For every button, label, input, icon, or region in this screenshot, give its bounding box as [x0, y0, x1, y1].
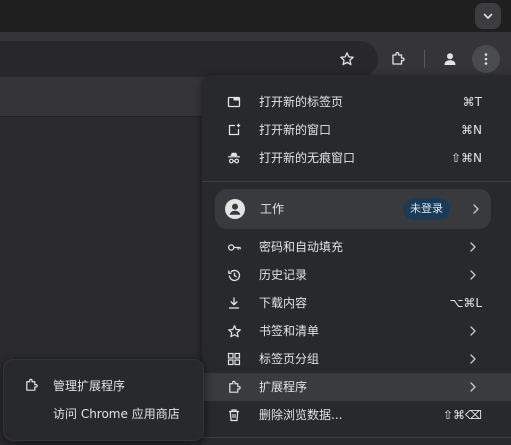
chevron-right-icon — [470, 270, 476, 280]
toolbar-separator — [424, 50, 425, 68]
menu-item-label: 打开新的窗口 — [259, 123, 332, 137]
menu-item-label: 删除浏览数据... — [259, 408, 343, 422]
menu-item-bookmarks[interactable]: 书签和清单 — [202, 317, 511, 345]
chevron-right-icon — [473, 204, 479, 214]
menu-item-shortcut: ⇧⌘N — [450, 151, 482, 165]
menu-item-clear-browsing-data[interactable]: 删除浏览数据... ⇧⌘⌫ — [202, 401, 511, 429]
menu-item-label: 历史记录 — [259, 268, 308, 282]
grid-icon — [226, 351, 242, 367]
history-icon — [226, 267, 242, 283]
puzzle-icon — [226, 379, 242, 395]
chevron-right-icon — [470, 242, 476, 252]
extensions-button[interactable] — [384, 45, 412, 73]
three-dots-icon — [484, 53, 488, 65]
star-icon — [340, 52, 354, 66]
key-icon — [226, 239, 242, 255]
menu-item-tab-groups[interactable]: 标签页分组 — [202, 345, 511, 373]
address-bar[interactable] — [0, 41, 378, 77]
menu-item-label: 打开新的标签页 — [259, 95, 344, 109]
chevron-right-icon — [470, 354, 476, 364]
menu-divider — [202, 437, 511, 438]
menu-item-shortcut: ⌘N — [461, 123, 482, 137]
sign-in-status-badge: 未登录 — [403, 198, 450, 220]
menu-item-extensions[interactable]: 扩展程序 — [202, 373, 511, 401]
menu-divider — [202, 181, 511, 182]
submenu-item-label: 访问 Chrome 应用商店 — [53, 407, 180, 421]
new-window-icon — [226, 122, 242, 138]
new-tab-icon — [226, 94, 242, 110]
tab-search-button[interactable] — [475, 3, 501, 29]
menu-item-history[interactable]: 历史记录 — [202, 261, 511, 289]
extensions-submenu: 管理扩展程序 访问 Chrome 应用商店 — [3, 359, 204, 441]
menu-item-passwords[interactable]: 密码和自动填充 — [202, 233, 511, 261]
submenu-item-manage-extensions[interactable]: 管理扩展程序 — [4, 372, 203, 400]
tab-strip — [0, 0, 511, 32]
menu-item-label: 标签页分组 — [259, 352, 320, 366]
menu-item-label: 打开新的无痕窗口 — [259, 151, 356, 165]
menu-item-shortcut: ⌘T — [462, 95, 482, 109]
puzzle-icon — [392, 51, 405, 65]
submenu-item-chrome-web-store[interactable]: 访问 Chrome 应用商店 — [4, 400, 203, 428]
profile-button[interactable] — [436, 45, 464, 73]
trash-icon — [226, 407, 242, 423]
menu-item-label: 下载内容 — [259, 296, 308, 310]
menu-item-label: 书签和清单 — [259, 324, 320, 338]
incognito-icon — [226, 150, 242, 166]
menu-item-shortcut: ⇧⌘⌫ — [442, 408, 482, 422]
profile-row[interactable]: 工作 未登录 — [215, 189, 491, 229]
puzzle-icon — [24, 378, 40, 394]
star-icon — [226, 323, 242, 339]
person-icon — [444, 53, 456, 65]
menu-item-label: 密码和自动填充 — [259, 240, 344, 254]
person-icon — [225, 199, 245, 219]
chrome-menu: 打开新的标签页 ⌘T 打开新的窗口 ⌘N 打开新的无痕窗口 ⇧⌘N 工作 未登录… — [202, 75, 511, 445]
menu-item-new-tab[interactable]: 打开新的标签页 ⌘T — [202, 88, 511, 116]
chevron-down-icon — [483, 13, 493, 19]
bookmark-star-button[interactable] — [333, 45, 361, 73]
download-icon — [226, 295, 242, 311]
menu-item-label: 扩展程序 — [259, 380, 308, 394]
chevron-right-icon — [470, 326, 476, 336]
menu-item-incognito[interactable]: 打开新的无痕窗口 ⇧⌘N — [202, 144, 511, 172]
submenu-item-label: 管理扩展程序 — [53, 379, 126, 393]
chevron-right-icon — [470, 382, 476, 392]
menu-item-downloads[interactable]: 下载内容 ⌥⌘L — [202, 289, 511, 317]
menu-item-new-window[interactable]: 打开新的窗口 ⌘N — [202, 116, 511, 144]
chrome-menu-button[interactable] — [472, 45, 500, 73]
profile-name: 工作 — [260, 202, 285, 216]
menu-item-shortcut: ⌥⌘L — [449, 296, 482, 310]
